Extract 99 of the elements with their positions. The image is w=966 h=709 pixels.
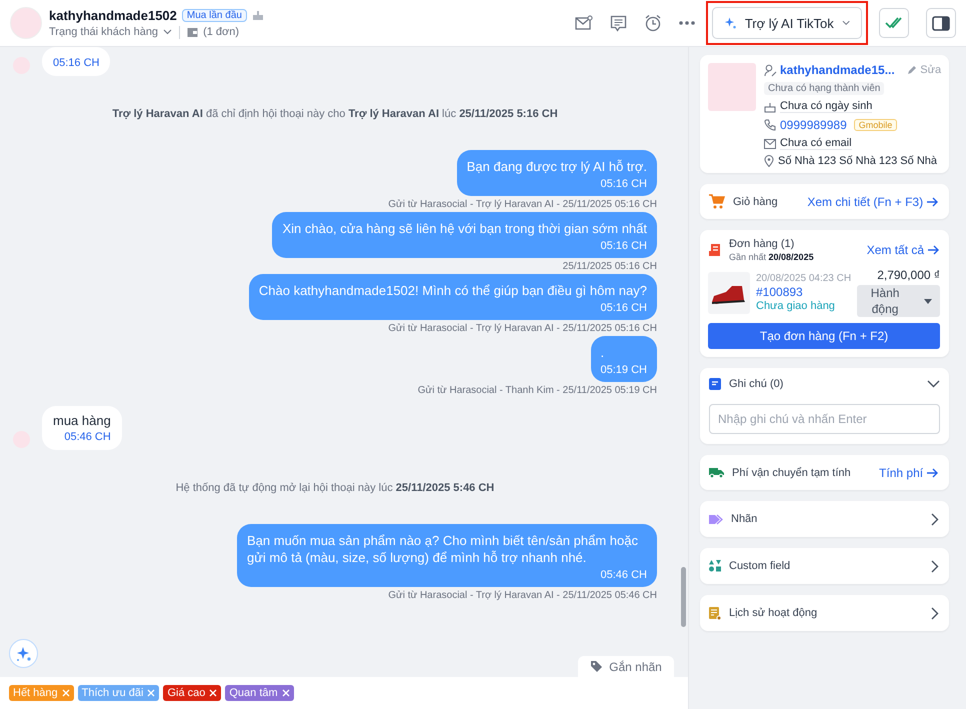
person-icon — [764, 64, 777, 76]
order-count: (1 đơn) — [203, 26, 240, 38]
section-title: Ghi chú (0) — [729, 378, 784, 390]
action-dropdown[interactable]: Hành động — [857, 285, 940, 317]
more-icon[interactable] — [679, 21, 695, 25]
message-sender-info: Gửi từ Harasocial - Thanh Kim - 25/11/2025 05:19 CH — [418, 385, 657, 396]
shapes-icon — [709, 560, 721, 572]
email-text: Chưa có email — [780, 137, 852, 150]
customer-status-dropdown[interactable]: Trạng thái khách hàng — [49, 26, 172, 38]
cake-icon — [764, 100, 776, 112]
section-title: Nhãn — [731, 513, 758, 525]
chevron-down-icon — [842, 20, 850, 26]
message-sender-info: 25/11/2025 05:16 CH — [562, 261, 657, 272]
avatar-logo — [10, 7, 42, 39]
panel-toggle-button[interactable] — [926, 8, 956, 38]
section-title: Custom field — [729, 560, 790, 572]
phone-link[interactable]: 0999989989 — [780, 118, 847, 132]
first-purchase-badge: Mua lần đầu — [182, 8, 247, 22]
collapsible-section[interactable]: Lịch sử hoạt động — [700, 595, 950, 631]
receipt-icon — [708, 243, 721, 257]
scrollbar-thumb[interactable] — [681, 567, 686, 627]
arrow-right-icon — [927, 468, 940, 478]
location-pin-icon — [764, 155, 774, 167]
tag-icon — [590, 660, 604, 673]
section-title: Phí vận chuyển tạm tính — [732, 466, 851, 478]
cart-icon — [709, 194, 725, 209]
message-sender-info: Gửi từ Harasocial - Trợ lý Haravan AI - 25/11/2025 05:16 CH — [388, 199, 657, 210]
latest-order-date: Gần nhất 20/08/2025 — [729, 252, 814, 262]
chevron-down-icon — [163, 29, 172, 35]
section-title: Lịch sử hoạt động — [729, 607, 818, 619]
message-text: Bạn muốn mua sản phẩm nào ạ? Cho mình biết tên/sản phẩm hoặc gửi mô tả (màu, size, số lượng) để mình hỗ trợ nhanh nhé. — [247, 532, 639, 566]
section-title: Đơn hàng (1) — [729, 238, 796, 250]
sparkle-icon — [724, 16, 737, 30]
chevron-icon[interactable] — [927, 380, 940, 388]
section-title: Giỏ hàng — [733, 196, 778, 208]
collapsible-section[interactable]: Custom field — [700, 548, 950, 584]
tag-chip[interactable]: Giá cao — [163, 685, 222, 701]
view-cart-link[interactable]: Xem chi tiết (Fn + F3) — [807, 194, 940, 208]
order-price: 2,790,000 ₫ — [877, 268, 940, 282]
membership-badge: Chưa có hạng thành viên — [764, 82, 884, 95]
sparkle-icon — [14, 644, 32, 662]
create-order-button[interactable]: Tạo đơn hàng (Fn + F2) — [708, 323, 940, 349]
message-text: . — [600, 344, 606, 361]
carrier-badge: Gmobile — [854, 119, 898, 131]
history-document-icon — [709, 606, 721, 620]
ai-sparkle-button[interactable] — [9, 639, 38, 668]
shoe-product-image — [708, 272, 750, 314]
address-text: Số Nhà 123 Số Nhà 123 Số Nhà — [778, 155, 938, 167]
message-time: 05:16 CH — [53, 57, 100, 69]
message-time: 05:16 CH — [600, 178, 647, 190]
ai-assistant-dropdown[interactable]: Trợ lý AI TikTok — [712, 7, 862, 39]
arrow-right-icon — [928, 245, 940, 255]
message-text: Xin chào, cửa hàng sẽ liên hệ với bạn trong thời gian sớm nhất — [282, 220, 647, 237]
birthday-text: Chưa có ngày sinh — [780, 100, 872, 113]
chevron-right-icon — [931, 560, 940, 572]
pencil-icon — [907, 65, 918, 75]
message-sender-info: Gửi từ Harasocial - Trợ lý Haravan AI - 25/11/2025 05:16 CH — [388, 323, 657, 334]
close-icon[interactable] — [282, 689, 290, 697]
message-text: Bạn đang được trợ lý AI hỗ trợ. — [466, 158, 647, 175]
note-icon — [709, 378, 721, 390]
tag-icon — [709, 514, 723, 524]
tag-chip[interactable]: Quan tâm — [225, 685, 294, 701]
mail-icon — [764, 138, 776, 148]
message-time: 05:19 CH — [600, 364, 647, 376]
system-message: Hệ thống đã tự động mở lại hội thoại này lúc 25/11/2025 5:46 CH — [174, 482, 496, 494]
phone-icon — [764, 119, 776, 131]
double-check-button[interactable] — [879, 8, 909, 38]
message-icon[interactable] — [610, 14, 627, 32]
message-time: 05:46 CH — [600, 569, 647, 581]
message-time: 05:16 CH — [600, 240, 647, 252]
truck-icon — [709, 467, 724, 478]
customer-name: kathyhandmade1502 — [49, 8, 177, 22]
message-time: 05:16 CH — [600, 302, 647, 314]
chevron-right-icon — [931, 606, 940, 620]
calculate-fee-link[interactable]: Tính phí — [879, 466, 940, 480]
message-sender-info: Gửi từ Harasocial - Trợ lý Haravan AI - 25/11/2025 05:46 CH — [388, 590, 657, 601]
caret-down-icon — [924, 298, 932, 304]
mail-icon[interactable] — [575, 15, 593, 31]
collapsible-section[interactable]: Nhãn — [700, 501, 950, 537]
note-input-field[interactable]: Nhập ghi chú và nhấn Enter — [709, 404, 940, 434]
chevron-right-icon — [931, 512, 940, 526]
alarm-clock-icon[interactable] — [644, 14, 662, 32]
order-date: 20/08/2025 04:23 CH — [756, 273, 852, 284]
arrow-right-icon — [927, 196, 940, 206]
wallet-icon — [187, 26, 198, 38]
side-panel-icon — [932, 16, 950, 30]
double-check-icon — [885, 17, 903, 29]
view-all-link[interactable]: Xem tất cả — [866, 243, 940, 257]
profile-picture — [708, 63, 756, 111]
cake-icon — [252, 9, 264, 21]
system-message: Trợ lý Haravan AI đã chỉ định hội thoại này cho Trợ lý Haravan AI lúc 25/11/2025 5:16 CH — [111, 108, 559, 120]
message-time: 05:46 CH — [63, 431, 111, 443]
order-number-link[interactable]: #100893 — [756, 285, 852, 299]
close-icon[interactable] — [209, 689, 218, 697]
message-text: mua hàng — [53, 413, 111, 428]
customer-name-link[interactable]: kathyhandmade15... — [780, 63, 895, 77]
delivery-status: Chưa giao hàng — [756, 300, 836, 312]
add-label-button[interactable]: Gắn nhãn — [578, 656, 674, 677]
message-text: Chào kathyhandmade1502! Mình có thể giúp bạn điều gì hôm nay? — [258, 282, 647, 299]
